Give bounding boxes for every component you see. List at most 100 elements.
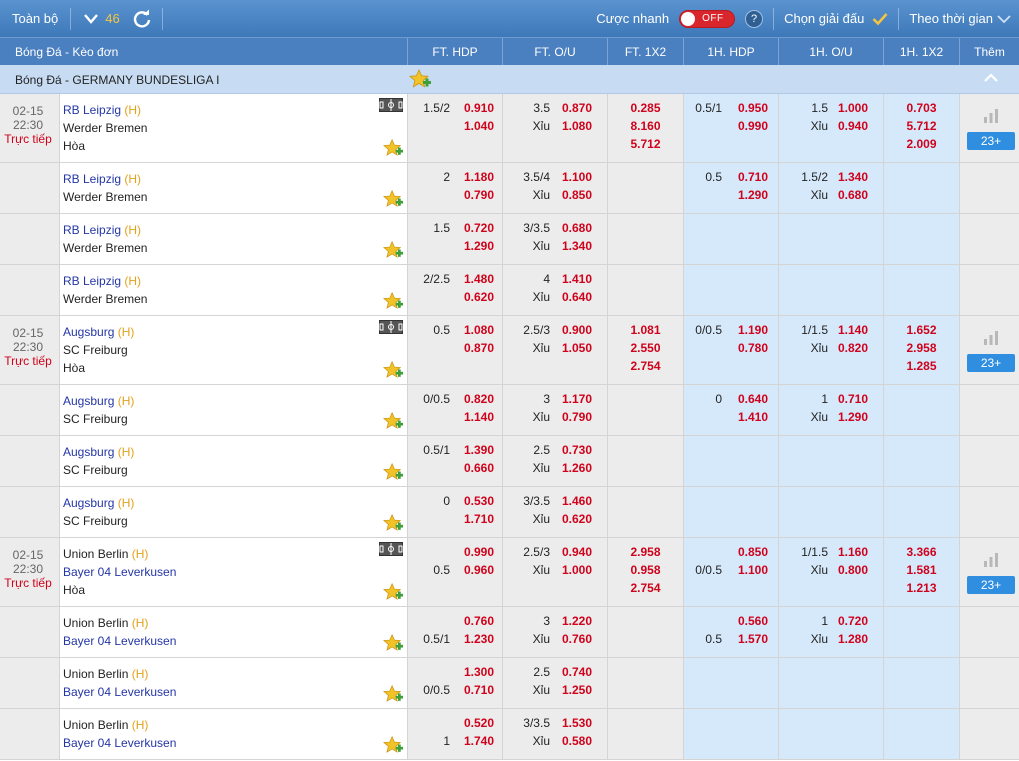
ft-under-odds[interactable]: 1.340 [562,239,592,253]
ft-1x2-odds[interactable]: 2.754 [608,359,683,373]
star-plus-icon[interactable] [383,735,403,755]
all-filter-button[interactable]: Toàn bộ [0,0,70,37]
ft-hdp-home-odds[interactable]: 0.520 [464,716,494,730]
away-team-name[interactable]: Bayer 04 Leverkusen [63,563,407,581]
ft-1x2-odds[interactable]: 5.712 [608,137,683,151]
ft-over-odds[interactable]: 1.170 [562,392,592,406]
ft-hdp-home-odds[interactable]: 0.820 [464,392,494,406]
ft-hdp-away-odds[interactable]: 0.790 [464,188,494,202]
star-plus-icon[interactable] [383,138,403,158]
h1-under-odds[interactable]: 1.290 [838,410,868,424]
ft-over-odds[interactable]: 0.940 [562,545,592,559]
home-team[interactable]: Union Berlin (H) [63,545,407,563]
star-plus-icon[interactable] [383,411,403,431]
ft-hdp-home-odds[interactable]: 0.760 [464,614,494,628]
home-team[interactable]: RB Leipzig (H) [63,101,407,119]
h1-hdp-home-odds[interactable]: 1.190 [738,323,768,337]
pitch-icon[interactable] [379,320,403,334]
away-team-name[interactable]: Werder Bremen [63,119,407,137]
h1-1x2-odds[interactable]: 5.712 [884,119,959,133]
home-team[interactable]: Augsburg (H) [63,392,407,410]
ft-1x2-odds[interactable]: 0.285 [608,101,683,115]
ft-under-odds[interactable]: 0.640 [562,290,592,304]
ft-hdp-away-odds[interactable]: 1.140 [464,410,494,424]
ft-under-odds[interactable]: 1.050 [562,341,592,355]
league-row[interactable]: Bóng Đá - GERMANY BUNDESLIGA I [0,65,1019,94]
away-team-name[interactable]: Werder Bremen [63,188,407,206]
h1-under-odds[interactable]: 0.940 [838,119,868,133]
star-plus-icon[interactable] [383,360,403,380]
ft-hdp-home-odds[interactable]: 0.990 [464,545,494,559]
ft-hdp-home-odds[interactable]: 1.300 [464,665,494,679]
away-team-name[interactable]: Bayer 04 Leverkusen [63,734,407,752]
ft-hdp-away-odds[interactable]: 0.660 [464,461,494,475]
ft-over-odds[interactable]: 1.530 [562,716,592,730]
choose-league-button[interactable]: Chọn giải đấu [774,0,898,37]
ft-hdp-away-odds[interactable]: 1.230 [464,632,494,646]
away-team-name[interactable]: SC Freiburg [63,410,407,428]
help-icon[interactable]: ? [745,9,764,28]
live-status[interactable]: Trực tiếp [0,576,56,590]
away-team-name[interactable]: Werder Bremen [63,239,407,257]
ft-1x2-odds[interactable]: 2.754 [608,581,683,595]
ft-1x2-odds[interactable]: 0.958 [608,563,683,577]
ft-hdp-home-odds[interactable]: 0.910 [464,101,494,115]
h1-under-odds[interactable]: 0.680 [838,188,868,202]
pitch-icon[interactable] [379,542,403,556]
home-team[interactable]: Augsburg (H) [63,443,407,461]
home-team[interactable]: RB Leipzig (H) [63,221,407,239]
h1-1x2-odds[interactable]: 2.009 [884,137,959,151]
quick-bet-toggle[interactable]: OFF [679,9,736,28]
ft-under-odds[interactable]: 1.000 [562,563,592,577]
h1-1x2-odds[interactable]: 3.366 [884,545,959,559]
ft-under-odds[interactable]: 0.850 [562,188,592,202]
away-team-name[interactable]: Bayer 04 Leverkusen [63,632,407,650]
h1-hdp-home-odds[interactable]: 0.560 [738,614,768,628]
ft-hdp-home-odds[interactable]: 0.720 [464,221,494,235]
ft-hdp-away-odds[interactable]: 0.870 [464,341,494,355]
more-markets-button[interactable]: 23+ [967,576,1015,594]
h1-over-odds[interactable]: 1.340 [838,170,868,184]
more-markets-button[interactable]: 23+ [967,354,1015,372]
star-plus-icon[interactable] [383,291,403,311]
more-markets-button[interactable]: 23+ [967,132,1015,150]
stats-bars-icon[interactable] [983,331,999,345]
ft-under-odds[interactable]: 0.620 [562,512,592,526]
ft-under-odds[interactable]: 1.260 [562,461,592,475]
h1-hdp-away-odds[interactable]: 1.290 [738,188,768,202]
home-team[interactable]: RB Leipzig (H) [63,272,407,290]
ft-hdp-away-odds[interactable]: 0.620 [464,290,494,304]
h1-hdp-home-odds[interactable]: 0.850 [738,545,768,559]
ft-hdp-away-odds[interactable]: 0.960 [464,563,494,577]
h1-hdp-away-odds[interactable]: 1.570 [738,632,768,646]
ft-1x2-odds[interactable]: 2.550 [608,341,683,355]
ft-over-odds[interactable]: 0.870 [562,101,592,115]
ft-over-odds[interactable]: 1.100 [562,170,592,184]
star-plus-icon[interactable] [383,582,403,602]
live-status[interactable]: Trực tiếp [0,132,56,146]
home-team[interactable]: Union Berlin (H) [63,665,407,683]
ft-under-odds[interactable]: 1.250 [562,683,592,697]
h1-hdp-away-odds[interactable]: 0.990 [738,119,768,133]
away-team-name[interactable]: Werder Bremen [63,290,407,308]
live-status[interactable]: Trực tiếp [0,354,56,368]
match-count-dropdown[interactable]: 46 [71,0,127,37]
sort-by-time-dropdown[interactable]: Theo thời gian [899,0,1019,37]
ft-under-odds[interactable]: 1.080 [562,119,592,133]
ft-over-odds[interactable]: 0.900 [562,323,592,337]
ft-hdp-away-odds[interactable]: 0.710 [464,683,494,697]
h1-under-odds[interactable]: 1.280 [838,632,868,646]
away-team-name[interactable]: SC Freiburg [63,461,407,479]
h1-under-odds[interactable]: 0.800 [838,563,868,577]
h1-hdp-home-odds[interactable]: 0.950 [738,101,768,115]
h1-1x2-odds[interactable]: 1.581 [884,563,959,577]
star-plus-icon[interactable] [383,684,403,704]
ft-under-odds[interactable]: 0.760 [562,632,592,646]
ft-hdp-home-odds[interactable]: 1.480 [464,272,494,286]
away-team-name[interactable]: SC Freiburg [63,341,407,359]
star-plus-icon[interactable] [383,633,403,653]
ft-hdp-away-odds[interactable]: 1.290 [464,239,494,253]
ft-over-odds[interactable]: 1.460 [562,494,592,508]
star-plus-icon[interactable] [383,240,403,260]
star-plus-icon[interactable] [409,69,431,89]
